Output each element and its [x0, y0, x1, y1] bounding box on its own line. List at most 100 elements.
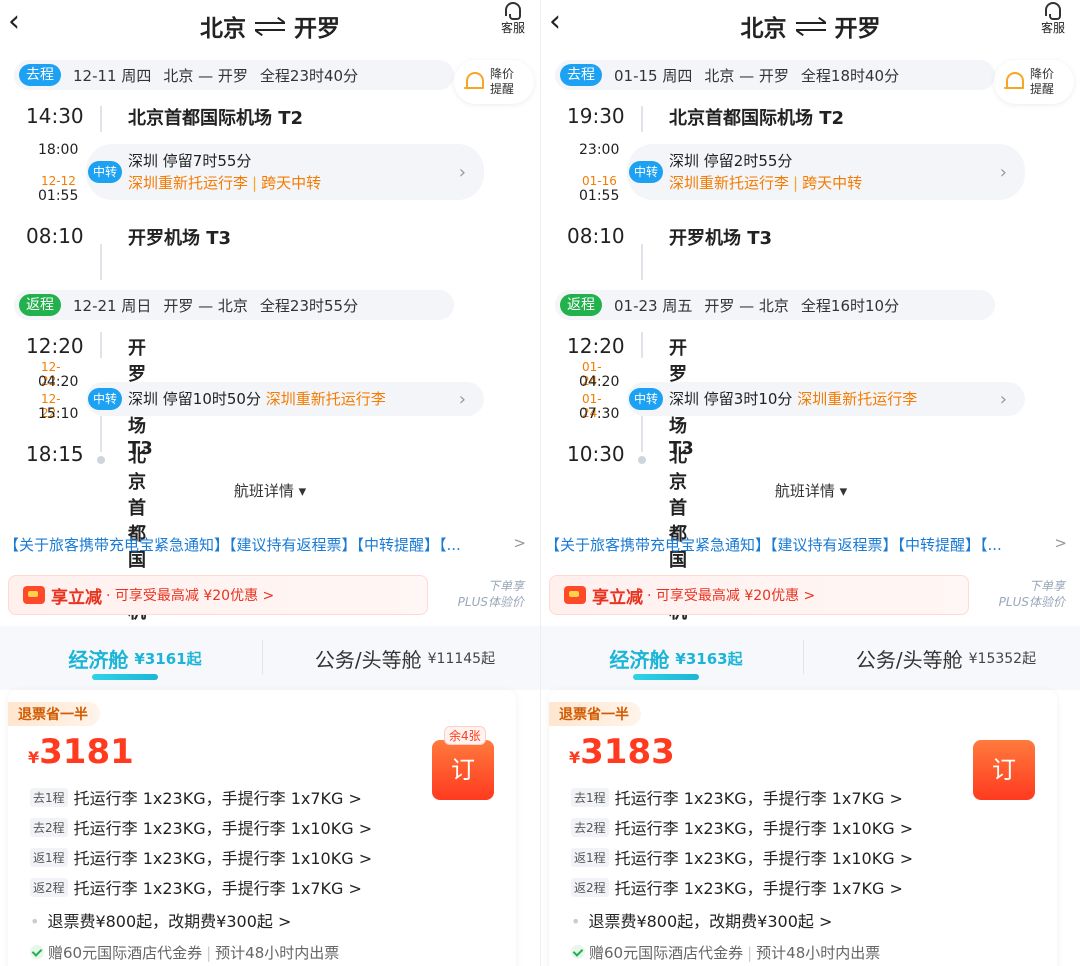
transfer-info-return[interactable]: 中转 深圳 停留3时10分 深圳重新托运行李 › — [627, 382, 1025, 416]
headset-icon — [505, 2, 521, 20]
arrival-airport: 开罗机场 T3 — [128, 228, 232, 249]
departure-time: 12:20 — [26, 334, 84, 358]
transfer-info-outbound[interactable]: 中转 深圳 停留2时55分 深圳重新托运行李 | 跨天中转 › — [627, 144, 1025, 200]
flight-details-toggle[interactable]: 航班详情 ▾ — [541, 480, 1080, 501]
return-header: 返程 12-21 周日 开罗 — 北京 全程23时55分 — [14, 290, 454, 320]
layover-arrival-time: 18:00 — [38, 142, 79, 158]
layover-arrival-time: 04:20 — [579, 374, 620, 390]
header: ‹ 北京 开罗 客服 — [0, 0, 540, 52]
notice-bar[interactable]: 【关于旅客携带充电宝紧急通知】【建议持有返程票】【中转提醒】【... > — [541, 534, 1080, 555]
outbound-date: 01-15 周四 — [614, 66, 693, 85]
book-button[interactable]: 订 — [973, 740, 1035, 800]
headset-icon — [1045, 2, 1061, 20]
transfer-info-outbound[interactable]: 中转 深圳 停留7时55分 深圳重新托运行李 | 跨天中转 › — [86, 144, 484, 200]
transfer-tag: 中转 — [88, 388, 122, 410]
notice-more-icon: > — [1054, 534, 1067, 552]
check-icon — [571, 945, 585, 959]
baggage-row[interactable]: 返2程 托运行李 1x23KG，手提行李 1x7KG > — [30, 874, 362, 900]
flight-details-toggle[interactable]: 航班详情 ▾ — [0, 480, 540, 501]
transfer-note-recheck: 深圳重新托运行李 — [128, 174, 249, 192]
flight-pane-2: ‹ 北京 开罗 客服 去程 01-15 周四 北京 — 开罗 全程18时40分 … — [540, 0, 1080, 966]
return-route: 开罗 — 北京 — [163, 296, 248, 315]
return-tag: 返程 — [19, 294, 61, 316]
refund-change-fee[interactable]: • 退票费¥800起，改期费¥300起 > — [571, 908, 832, 932]
departure-time: 12:20 — [567, 334, 625, 358]
price-alert-line1: 降价 — [1030, 67, 1055, 81]
return-duration: 全程16时10分 — [800, 296, 900, 315]
outbound-route: 北京 — 开罗 — [704, 66, 789, 85]
swap-icon[interactable] — [252, 15, 288, 37]
plus-badge: 下单享 PLUS体验价 — [457, 579, 524, 609]
gift-row: 赠60元国际酒店代金券 | 预计48小时内出票 — [30, 942, 339, 963]
tab-economy[interactable]: 经济舱 ¥3163起 — [541, 626, 811, 690]
baggage-row[interactable]: 返1程 托运行李 1x23KG，手提行李 1x10KG > — [30, 844, 372, 870]
arrival-time: 08:10 — [26, 224, 84, 248]
outbound-itinerary: 19:30 北京首都国际机场 T2 23:00 01-16 01:55 中转 深… — [555, 96, 1080, 304]
tab-business-first[interactable]: 公务/头等舱 ¥11145起 — [270, 626, 540, 690]
flight-pane-1: ‹ 北京 开罗 客服 去程 12-11 周四 北京 — 开罗 全程23时40分 … — [0, 0, 540, 966]
customer-service-button[interactable]: 客服 — [1036, 2, 1070, 36]
layover-departure-time: 01:55 — [579, 188, 620, 204]
service-label: 客服 — [1040, 21, 1065, 35]
transfer-city: 深圳 — [128, 390, 159, 408]
discount-banner[interactable]: 享立减 · 可享受最高减 ¥20优惠 > — [8, 575, 428, 615]
transfer-city: 深圳 — [669, 152, 700, 170]
tab-economy[interactable]: 经济舱 ¥3161起 — [0, 626, 270, 690]
tab-business-first[interactable]: 公务/头等舱 ¥15352起 — [811, 626, 1080, 690]
coupon-icon — [23, 586, 45, 604]
baggage-row[interactable]: 去2程 托运行李 1x23KG，手提行李 1x10KG > — [30, 814, 372, 840]
origin-city: 北京 — [200, 16, 246, 42]
layover-departure-date: 01-16 — [582, 174, 617, 188]
cabin-tabs: 经济舱 ¥3163起 公务/头等舱 ¥15352起 — [541, 626, 1080, 690]
baggage-row[interactable]: 去2程 托运行李 1x23KG，手提行李 1x10KG > — [571, 814, 913, 840]
arrival-time: 10:30 — [567, 442, 625, 466]
notice-bar[interactable]: 【关于旅客携带充电宝紧急通知】【建议持有返程票】【中转提醒】【... > — [0, 534, 540, 555]
transfer-stay: 停留2时55分 — [703, 152, 793, 170]
page-title: 北京 开罗 — [200, 9, 340, 43]
swap-icon[interactable] — [793, 15, 829, 37]
refund-tag: 退票省一半 — [8, 702, 100, 726]
back-button[interactable]: ‹ — [8, 7, 34, 38]
transfer-tag: 中转 — [88, 161, 122, 183]
refund-change-fee[interactable]: • 退票费¥800起，改期费¥300起 > — [30, 908, 291, 932]
service-label: 客服 — [500, 21, 525, 35]
outbound-tag: 去程 — [19, 64, 61, 86]
price-alert-line1: 降价 — [490, 67, 515, 81]
discount-title: 享立减 — [51, 587, 102, 608]
baggage-row[interactable]: 去1程 托运行李 1x23KG，手提行李 1x7KG > — [30, 784, 362, 810]
outbound-duration: 全程23时40分 — [259, 66, 359, 85]
chevron-right-icon: › — [458, 161, 466, 183]
discount-banner[interactable]: 享立减 · 可享受最高减 ¥20优惠 > — [549, 575, 969, 615]
baggage-row[interactable]: 返2程 托运行李 1x23KG，手提行李 1x7KG > — [571, 874, 903, 900]
gift-row: 赠60元国际酒店代金券 | 预计48小时内出票 — [571, 942, 880, 963]
refund-tag: 退票省一半 — [549, 702, 641, 726]
return-route: 开罗 — 北京 — [704, 296, 789, 315]
bell-icon — [1004, 71, 1024, 93]
outbound-header: 去程 12-11 周四 北京 — 开罗 全程23时40分 — [14, 60, 454, 90]
departure-airport: 北京首都国际机场 T2 — [128, 108, 304, 129]
return-date: 12-21 周日 — [73, 296, 152, 315]
transfer-note-recheck: 深圳重新托运行李 — [265, 390, 386, 408]
book-button[interactable]: 订 — [432, 740, 494, 800]
outbound-route: 北京 — 开罗 — [163, 66, 248, 85]
baggage-row[interactable]: 返1程 托运行李 1x23KG，手提行李 1x10KG > — [571, 844, 913, 870]
price-alert-line2: 提醒 — [1030, 82, 1055, 96]
return-tag: 返程 — [560, 294, 602, 316]
chevron-right-icon: › — [999, 161, 1007, 183]
transfer-note-recheck: 深圳重新托运行李 — [797, 390, 918, 408]
chevron-right-icon: › — [999, 388, 1007, 410]
transfer-tag: 中转 — [629, 388, 663, 410]
transfer-note-recheck: 深圳重新托运行李 — [669, 174, 790, 192]
departure-time: 14:30 — [26, 104, 84, 128]
cabin-tabs: 经济舱 ¥3161起 公务/头等舱 ¥11145起 — [0, 626, 540, 690]
seats-remaining-badge: 余4张 — [444, 726, 486, 745]
transfer-note-overnight: 跨天中转 — [261, 174, 322, 192]
layover-arrival-time: 04:20 — [38, 374, 79, 390]
customer-service-button[interactable]: 客服 — [496, 2, 530, 36]
baggage-row[interactable]: 去1程 托运行李 1x23KG，手提行李 1x7KG > — [571, 784, 903, 810]
transfer-info-return[interactable]: 中转 深圳 停留10时50分 深圳重新托运行李 › — [86, 382, 484, 416]
layover-departure-time: 15:10 — [38, 406, 79, 422]
layover-departure-date: 12-12 — [41, 174, 76, 188]
back-button[interactable]: ‹ — [549, 7, 575, 38]
bell-icon — [464, 71, 484, 93]
